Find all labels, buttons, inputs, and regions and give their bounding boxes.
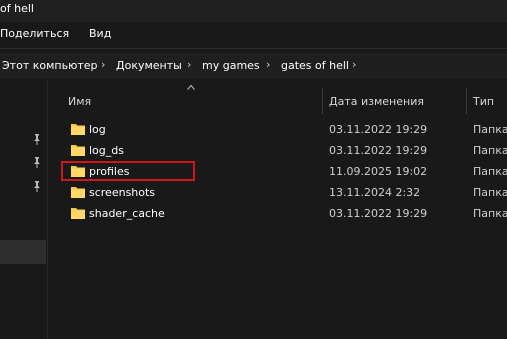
file-type: Папка [473, 207, 507, 220]
file-row-log[interactable]: log 03.11.2022 19:29 Папка [48, 120, 507, 141]
navigation-pane [0, 80, 47, 339]
file-type: Папка [473, 186, 507, 199]
view-menu[interactable]: Вид [89, 27, 111, 40]
pin-icon [32, 157, 42, 171]
pin-icon [32, 134, 42, 148]
folder-icon [71, 145, 85, 156]
command-bar [0, 22, 507, 49]
file-date: 11.09.2025 19:02 [329, 165, 428, 178]
file-date: 03.11.2022 19:29 [329, 207, 428, 220]
file-type: Папка [473, 165, 507, 178]
pin-icon [32, 181, 42, 195]
folder-icon [71, 208, 85, 219]
chevron-right-icon[interactable]: › [187, 58, 191, 71]
file-row-log-ds[interactable]: log_ds 03.11.2022 19:29 Папка [48, 141, 507, 162]
breadcrumb-gates-of-hell[interactable]: gates of hell [281, 59, 349, 72]
breadcrumb-this-pc[interactable]: Этот компьютер [2, 59, 98, 72]
nav-item-selected[interactable] [0, 240, 46, 264]
file-name: log_ds [89, 144, 124, 157]
chevron-right-icon[interactable]: › [101, 58, 105, 71]
column-header-type[interactable]: Тип [473, 95, 494, 108]
title-bar [0, 0, 507, 22]
chevron-right-icon[interactable]: › [266, 58, 270, 71]
file-row-shader-cache[interactable]: shader_cache 03.11.2022 19:29 Папка [48, 204, 507, 225]
highlight-box [61, 161, 195, 181]
file-type: Папка [473, 144, 507, 157]
file-name: log [89, 123, 106, 136]
file-type: Папка [473, 123, 507, 136]
share-menu[interactable]: Поделиться [0, 27, 69, 40]
file-date: 03.11.2022 19:29 [329, 144, 428, 157]
column-divider[interactable] [466, 88, 467, 114]
breadcrumb-my-games[interactable]: my games [202, 59, 260, 72]
breadcrumb-documents[interactable]: Документы [116, 59, 182, 72]
sort-ascending-icon [187, 84, 195, 90]
file-name: screenshots [89, 186, 156, 199]
folder-icon [71, 187, 85, 198]
column-header-date[interactable]: Дата изменения [329, 95, 424, 108]
chevron-right-icon[interactable]: › [352, 58, 356, 71]
folder-icon [71, 124, 85, 135]
file-date: 13.11.2024 2:32 [329, 186, 421, 199]
file-date: 03.11.2022 19:29 [329, 123, 428, 136]
column-header-name[interactable]: Имя [68, 95, 91, 108]
file-row-screenshots[interactable]: screenshots 13.11.2024 2:32 Папка [48, 183, 507, 204]
file-name: shader_cache [89, 207, 165, 220]
window-title: of hell [0, 2, 34, 15]
column-divider[interactable] [322, 88, 323, 114]
